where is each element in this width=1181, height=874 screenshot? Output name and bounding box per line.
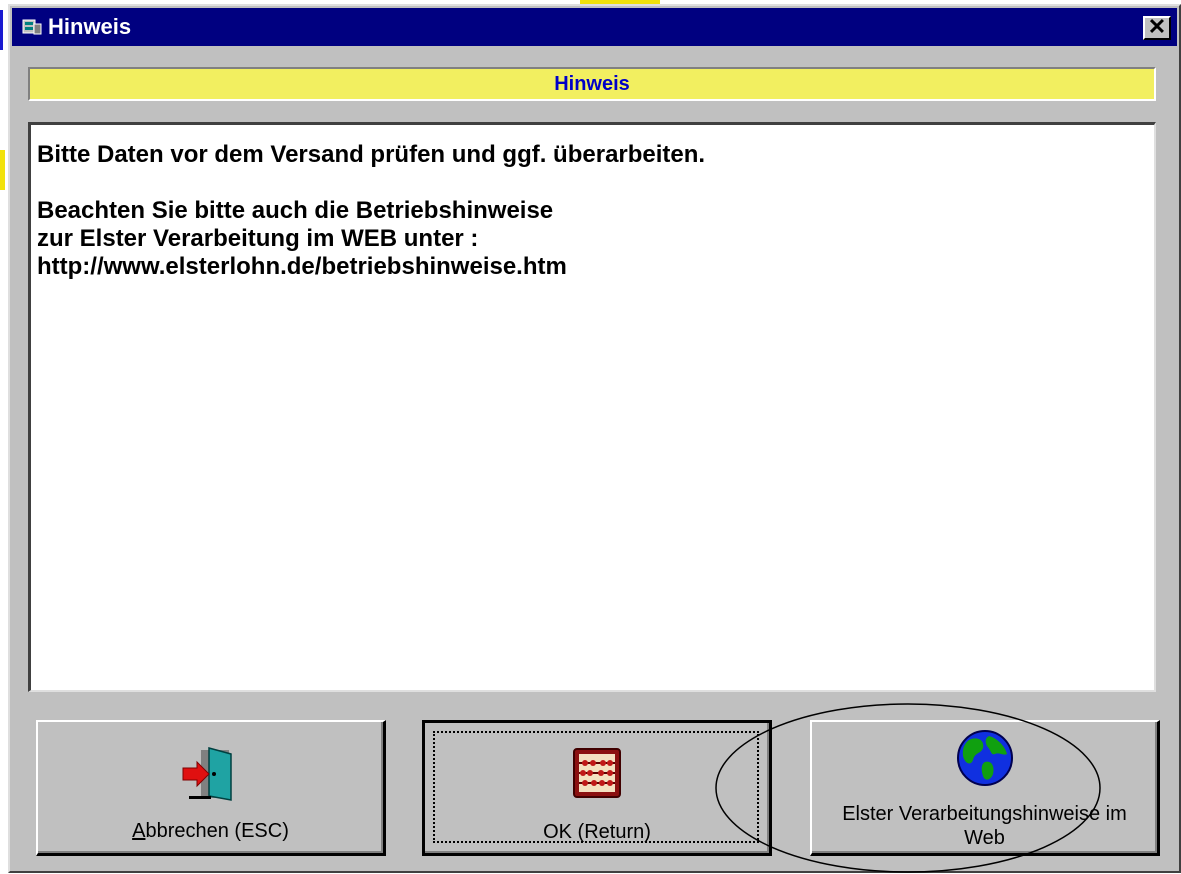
message-line: Beachten Sie bitte auch die Betriebshinw… [37, 197, 554, 224]
web-hints-button[interactable]: Elster Verarbeitungshinweise im Web [810, 720, 1160, 856]
exit-door-icon [182, 747, 232, 801]
globe-icon [956, 730, 1013, 786]
cancel-button[interactable]: Abbrechen (ESC) [36, 720, 386, 856]
hinweis-dialog: Hinweis ✕ Hinweis Bitte Daten vor dem Ve… [8, 4, 1181, 873]
web-hints-label-line2: Web [964, 827, 1005, 849]
message-line: Bitte Daten vor dem Versand prüfen und g… [37, 141, 706, 168]
app-icon [22, 19, 42, 35]
cancel-accelerator: A [132, 820, 146, 842]
message-line: http://www.elsterlohn.de/betriebshinweis… [37, 253, 567, 280]
window-title: Hinweis [48, 14, 132, 39]
cancel-label-rest: bbrechen (ESC) [145, 820, 289, 842]
background-artifact [0, 150, 5, 190]
cancel-button-label: Abbrechen (ESC) [38, 820, 383, 842]
background-artifact [0, 10, 3, 50]
message-line [37, 169, 1154, 197]
close-button[interactable]: ✕ [1143, 16, 1171, 40]
message-line: zur Elster Verarbeitung im WEB unter : [37, 225, 479, 252]
abacus-icon [573, 748, 621, 798]
title-bar[interactable]: Hinweis ✕ [12, 8, 1177, 46]
web-hints-label: Elster Verarbeitungshinweise im Web [812, 802, 1157, 850]
ok-button-label: OK (Return) [543, 821, 651, 843]
ok-button[interactable]: OK (Return) [422, 720, 772, 856]
web-hints-label-line1: Elster Verarbeitungshinweise im [842, 803, 1127, 825]
message-textarea[interactable]: Bitte Daten vor dem Versand prüfen und g… [28, 122, 1156, 692]
close-icon: ✕ [1147, 14, 1167, 39]
header-title: Hinweis [554, 73, 630, 95]
header-banner: Hinweis [28, 67, 1156, 101]
